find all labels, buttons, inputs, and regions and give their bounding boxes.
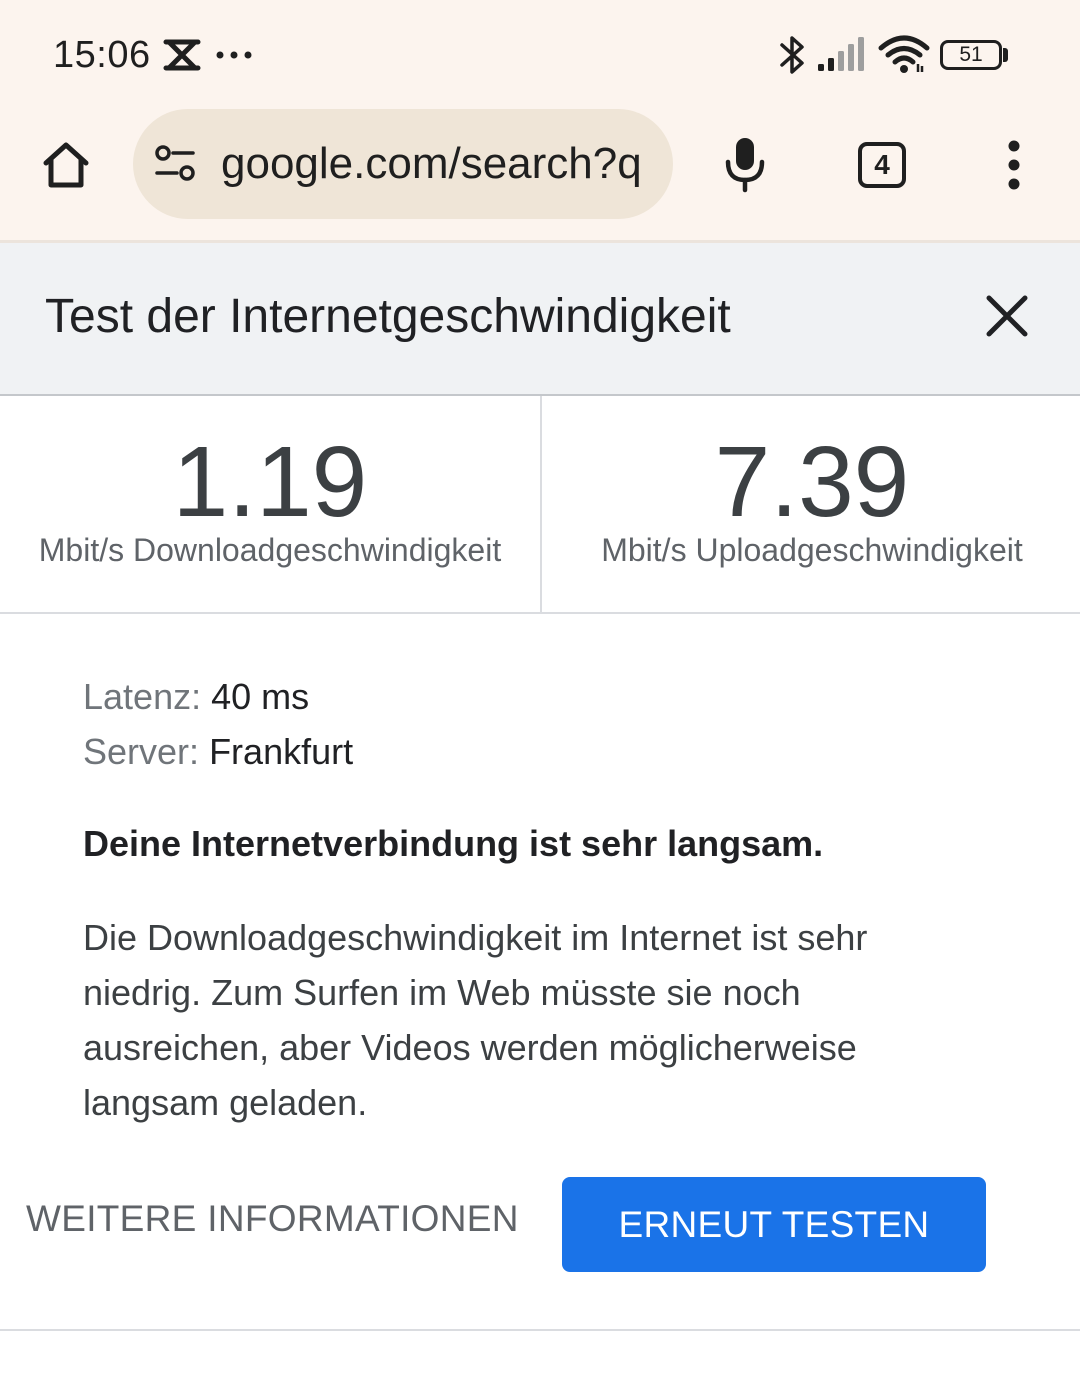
- status-bar: 15:06 51: [0, 0, 1080, 108]
- page-title: Test der Internetgeschwindigkeit: [45, 290, 731, 343]
- retest-button[interactable]: ERNEUT TESTEN: [562, 1177, 986, 1272]
- overflow-menu-button[interactable]: [990, 133, 1038, 197]
- server-line: Server: Frankfurt: [83, 731, 353, 773]
- home-button[interactable]: [34, 133, 98, 197]
- server-value: Frankfurt: [209, 731, 354, 772]
- speed-verdict: Deine Internetverbindung ist sehr langsa…: [83, 823, 824, 864]
- latency-line: Latenz: 40 ms: [83, 676, 309, 718]
- upload-label: Mbit/s Uploadgeschwindigkeit: [601, 532, 1023, 568]
- tab-count: 4: [874, 149, 890, 180]
- close-icon[interactable]: [976, 285, 1038, 347]
- speed-description: Die Downloadgeschwindigkeit im Internet …: [83, 917, 868, 1123]
- home-icon: [43, 142, 89, 188]
- url-text[interactable]: google.com/search?q: [221, 139, 661, 189]
- cell-signal-icon: [818, 37, 864, 71]
- speed-results: 1.19 Mbit/s Downloadgeschwindigkeit 7.39…: [0, 396, 1080, 614]
- overflow-menu-icon: [1008, 140, 1020, 190]
- more-info-link[interactable]: WEITERE INFORMATIONEN: [26, 1198, 519, 1240]
- upload-result: 7.39 Mbit/s Uploadgeschwindigkeit: [542, 396, 1080, 612]
- server-key: Server:: [83, 731, 200, 772]
- battery-tip: [1003, 48, 1008, 62]
- bluetooth-icon: [780, 36, 804, 74]
- notification-x-icon: [163, 39, 201, 71]
- site-settings-icon[interactable]: [153, 144, 199, 184]
- tab-switcher-icon[interactable]: 4: [858, 142, 906, 188]
- microphone-icon: [725, 138, 765, 193]
- latency-key: Latenz:: [83, 676, 202, 717]
- download-label: Mbit/s Downloadgeschwindigkeit: [38, 532, 502, 568]
- bottom-divider: [0, 1329, 1080, 1331]
- latency-value: 40 ms: [211, 676, 310, 717]
- battery-level: 51: [959, 43, 983, 66]
- browser-toolbar: google.com/search?q 4: [0, 108, 1080, 243]
- download-value: 1.19: [172, 426, 368, 538]
- url-bar[interactable]: google.com/search?q: [133, 109, 673, 219]
- more-dots-icon: [216, 51, 252, 59]
- wifi-icon: [878, 35, 930, 73]
- download-result: 1.19 Mbit/s Downloadgeschwindigkeit: [0, 396, 540, 612]
- voice-search-button[interactable]: [715, 133, 775, 197]
- status-time: 15:06: [53, 34, 151, 76]
- battery-icon: 51: [940, 40, 1002, 70]
- speed-test-header: Test der Internetgeschwindigkeit: [0, 243, 1080, 396]
- upload-value: 7.39: [714, 426, 910, 538]
